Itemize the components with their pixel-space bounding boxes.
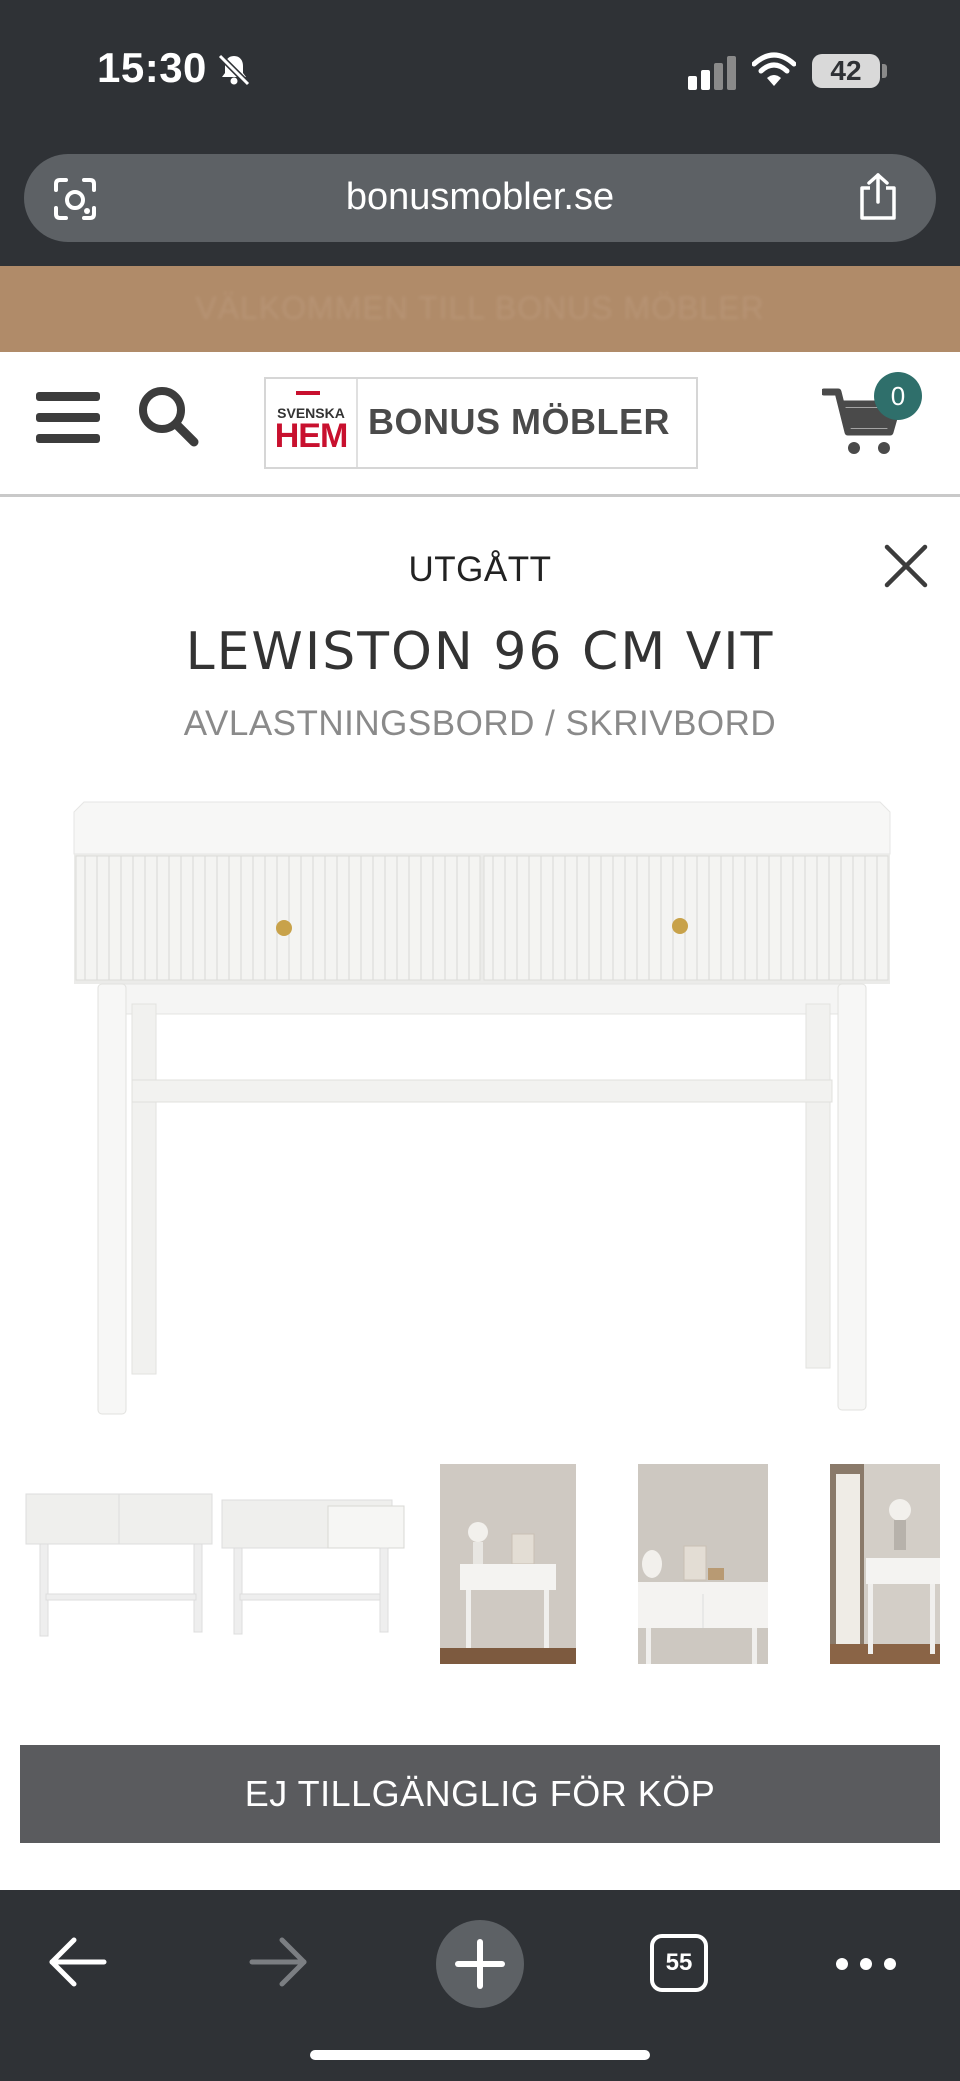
battery-tip — [882, 64, 887, 78]
thumbnail-3[interactable] — [638, 1464, 768, 1664]
site-logo[interactable]: SVENSKA HEM BONUS MÖBLER — [264, 377, 698, 469]
tabs-icon[interactable]: 55 — [650, 1934, 708, 1992]
product-title: LEWISTON 96 CM VIT — [185, 622, 775, 682]
status-time: 15:30 — [97, 44, 207, 91]
product-status: UTGÅTT — [408, 550, 552, 589]
cart-count-badge[interactable]: 0 — [874, 372, 922, 420]
logo-name: BONUS MÖBLER — [368, 401, 670, 442]
logo-bar — [296, 391, 320, 395]
forward-arrow-icon[interactable] — [246, 1934, 310, 1990]
browser-toolbar: bonusmobler.se — [0, 140, 960, 266]
new-tab-button[interactable] — [436, 1920, 524, 2008]
search-icon[interactable] — [136, 384, 200, 448]
close-icon[interactable] — [884, 544, 928, 588]
back-arrow-icon[interactable] — [46, 1934, 110, 1990]
logo-hem-text: HEM — [274, 417, 349, 455]
status-bar: 15:30 42 — [0, 0, 960, 140]
cellular-signal-icon — [688, 56, 736, 90]
battery-indicator: 42 — [812, 54, 880, 88]
url-text[interactable]: bonusmobler.se — [24, 176, 936, 219]
plus-icon — [455, 1939, 505, 1989]
promo-text: VÄLKOMMEN TILL BONUS MÖBLER — [195, 290, 765, 326]
unavailable-buy-button[interactable]: EJ TILLGÄNGLIG FÖR KÖP — [20, 1745, 940, 1843]
address-bar[interactable]: bonusmobler.se — [24, 154, 936, 242]
site-header: SVENSKA HEM BONUS MÖBLER 0 — [0, 352, 960, 497]
hamburger-menu-icon[interactable] — [36, 388, 100, 448]
thumbnail-strip — [0, 1464, 960, 1664]
thumbnail-4[interactable] — [830, 1464, 940, 1664]
promo-banner: VÄLKOMMEN TILL BONUS MÖBLER — [0, 266, 960, 352]
home-indicator — [310, 2050, 650, 2060]
share-icon[interactable] — [856, 172, 900, 222]
wifi-icon — [752, 52, 796, 86]
bell-muted-icon — [217, 53, 251, 87]
thumbnail-2[interactable] — [440, 1464, 576, 1664]
product-main-image[interactable] — [62, 790, 902, 1430]
browser-bottom-bar: 55 — [0, 1890, 960, 2081]
thumbnail-1[interactable] — [22, 1464, 412, 1664]
more-icon[interactable] — [834, 1944, 898, 1984]
logo-mark: SVENSKA HEM — [266, 379, 358, 467]
product-subtitle: AVLASTNINGSBORD / SKRIVBORD — [183, 704, 777, 743]
